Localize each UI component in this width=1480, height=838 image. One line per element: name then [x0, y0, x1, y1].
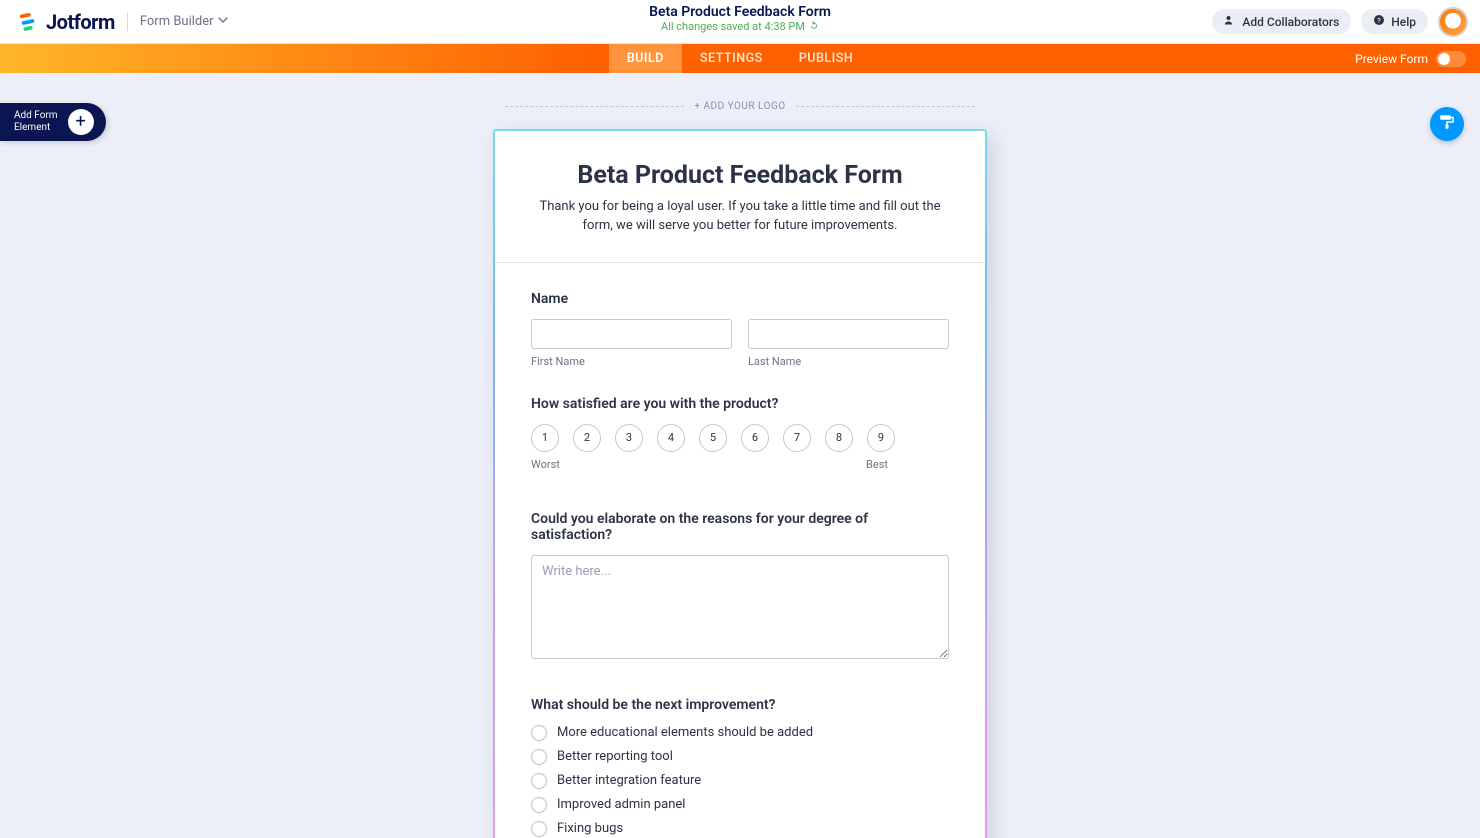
rating-9[interactable]: 9: [867, 424, 895, 452]
radio-icon: [531, 773, 547, 789]
app-header: Jotform Form Builder Beta Product Feedba…: [0, 0, 1480, 44]
help-button[interactable]: ? Help: [1361, 9, 1428, 34]
rating-best: Best: [866, 458, 888, 471]
list-item[interactable]: More educational elements should be adde…: [531, 725, 949, 741]
builder-canvas: Add Form Element + + ADD YOUR LOGO Beta …: [0, 73, 1480, 838]
chevron-down-icon: [218, 14, 228, 29]
add-form-element-button[interactable]: Add Form Element +: [0, 103, 106, 141]
improvement-options: More educational elements should be adde…: [531, 725, 949, 837]
jotform-logo-icon: [18, 11, 40, 33]
divider: [127, 13, 128, 31]
list-item[interactable]: Fixing bugs: [531, 821, 949, 837]
radio-icon: [531, 797, 547, 813]
header-center: Beta Product Feedback Form All changes s…: [649, 4, 831, 33]
save-status: All changes saved at 4:38 PM: [649, 20, 831, 33]
field-name[interactable]: Name First Name Last Name: [531, 291, 949, 368]
rating-7[interactable]: 7: [783, 424, 811, 452]
brand-logo[interactable]: Jotform: [18, 10, 115, 34]
rating-3[interactable]: 3: [615, 424, 643, 452]
rating-6[interactable]: 6: [741, 424, 769, 452]
list-item[interactable]: Improved admin panel: [531, 797, 949, 813]
main-tabs: BUILD SETTINGS PUBLISH Preview Form: [0, 44, 1480, 73]
plus-icon: +: [68, 109, 94, 135]
header-right: Add Collaborators ? Help: [1212, 7, 1468, 37]
name-row: First Name Last Name: [531, 319, 949, 368]
form-subheading[interactable]: Thank you for being a loyal user. If you…: [531, 198, 949, 236]
field-improvement[interactable]: What should be the next improvement? Mor…: [531, 697, 949, 837]
user-avatar[interactable]: [1438, 7, 1468, 37]
form-title-header[interactable]: Beta Product Feedback Form: [649, 4, 831, 20]
elaborate-label: Could you elaborate on the reasons for y…: [531, 511, 949, 543]
radio-icon: [531, 749, 547, 765]
form-heading[interactable]: Beta Product Feedback Form: [531, 161, 949, 190]
tab-publish[interactable]: PUBLISH: [781, 44, 872, 73]
tab-settings[interactable]: SETTINGS: [682, 44, 781, 73]
satisfaction-label: How satisfied are you with the product?: [531, 396, 949, 412]
rating-worst: Worst: [531, 458, 560, 471]
help-icon: ?: [1373, 14, 1385, 29]
add-element-label: Add Form Element: [14, 110, 58, 134]
header-divider: [495, 262, 985, 263]
list-item[interactable]: Better integration feature: [531, 773, 949, 789]
paint-roller-icon: [1438, 113, 1456, 135]
rating-5[interactable]: 5: [699, 424, 727, 452]
preview-form-toggle-wrap: Preview Form: [1355, 44, 1466, 73]
undo-icon[interactable]: [809, 20, 819, 33]
form-designer-button[interactable]: [1430, 107, 1464, 141]
improvement-label: What should be the next improvement?: [531, 697, 949, 713]
rating-1[interactable]: 1: [531, 424, 559, 452]
last-name-sublabel: Last Name: [748, 355, 949, 368]
rating-labels: Worst Best: [531, 458, 888, 471]
rating-2[interactable]: 2: [573, 424, 601, 452]
elaborate-textarea[interactable]: [531, 555, 949, 659]
form-card[interactable]: Beta Product Feedback Form Thank you for…: [493, 129, 987, 838]
form-builder-dropdown[interactable]: Form Builder: [140, 14, 228, 29]
rating-row: 1 2 3 4 5 6 7 8 9: [531, 424, 949, 452]
user-plus-icon: [1224, 14, 1236, 29]
field-elaborate[interactable]: Could you elaborate on the reasons for y…: [531, 511, 949, 663]
rating-4[interactable]: 4: [657, 424, 685, 452]
add-collaborators-button[interactable]: Add Collaborators: [1212, 9, 1351, 34]
brand-name: Jotform: [46, 10, 115, 34]
list-item[interactable]: Better reporting tool: [531, 749, 949, 765]
radio-icon: [531, 725, 547, 741]
first-name-input[interactable]: [531, 319, 732, 349]
preview-toggle[interactable]: [1436, 51, 1466, 67]
last-name-col: Last Name: [748, 319, 949, 368]
tab-build[interactable]: BUILD: [609, 44, 682, 73]
first-name-col: First Name: [531, 319, 732, 368]
add-your-logo-strip[interactable]: + ADD YOUR LOGO: [495, 101, 985, 112]
preview-label: Preview Form: [1355, 52, 1428, 66]
field-satisfaction[interactable]: How satisfied are you with the product? …: [531, 396, 949, 471]
form-builder-label: Form Builder: [140, 14, 214, 29]
first-name-sublabel: First Name: [531, 355, 732, 368]
last-name-input[interactable]: [748, 319, 949, 349]
rating-8[interactable]: 8: [825, 424, 853, 452]
radio-icon: [531, 821, 547, 837]
svg-text:?: ?: [1377, 18, 1381, 25]
form-inner: Beta Product Feedback Form Thank you for…: [495, 131, 985, 838]
name-label: Name: [531, 291, 949, 307]
